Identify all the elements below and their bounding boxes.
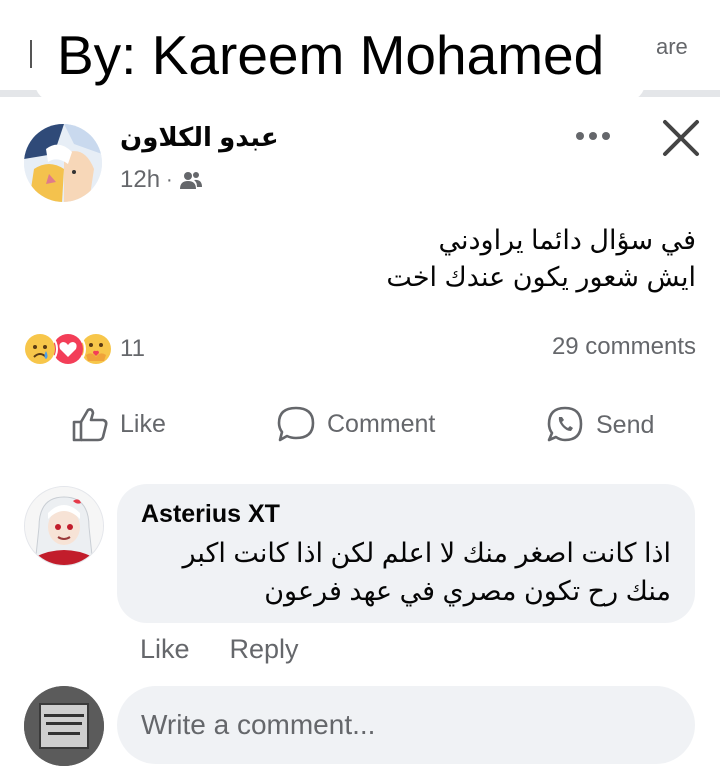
thumbs-up-icon — [72, 408, 108, 442]
send-label: Send — [596, 410, 655, 439]
commenter-name[interactable]: Asterius XT — [141, 500, 280, 529]
friends-icon — [179, 172, 202, 189]
post-body-line: في سؤال دائما يراودني — [438, 225, 696, 255]
post-time[interactable]: 12h — [120, 166, 160, 194]
comment-reply-link[interactable]: Reply — [230, 634, 299, 665]
post-body-line: ايش شعور يكون عندك اخت — [386, 262, 696, 292]
comment-label: Comment — [327, 409, 436, 438]
post-actions-bar: Like Comment Send — [0, 398, 720, 454]
comment-text: اذا كانت اصغر منك لا اعلم لكن اذا كانت ا… — [131, 534, 671, 610]
comment-text-line: اذا كانت اصغر منك لا اعلم لكن اذا كانت ا… — [182, 538, 671, 568]
comment-button[interactable]: Comment — [275, 404, 435, 444]
comment-text-line: منك رح تكون مصري في عهد فرعون — [264, 576, 671, 606]
comment-input[interactable] — [117, 686, 695, 764]
whatsapp-icon — [547, 406, 583, 442]
avatar-illustration — [24, 124, 102, 202]
caption-text: By: Kareem Mohamed — [57, 24, 605, 86]
caption-tick — [30, 40, 32, 68]
dot — [602, 132, 610, 140]
like-label: Like — [120, 409, 166, 438]
close-icon — [663, 120, 699, 156]
reactions-count: 11 — [120, 335, 145, 362]
sad-reaction-icon — [22, 331, 58, 367]
send-button[interactable]: Send — [544, 404, 654, 446]
reactions-summary[interactable]: 11 — [22, 331, 145, 367]
avatar-illustration — [24, 686, 104, 766]
comments-count[interactable]: 29 comments — [552, 333, 696, 361]
avatar-illustration — [25, 487, 103, 565]
meta-separator: · — [166, 168, 173, 191]
comment-like-link[interactable]: Like — [140, 634, 190, 665]
post-meta: 12h · — [120, 166, 203, 194]
dot — [589, 132, 597, 140]
post-body: في سؤال دائما يراودني ايش شعور يكون عندك… — [96, 222, 696, 296]
like-button[interactable]: Like — [70, 404, 166, 444]
close-button[interactable] — [657, 114, 705, 162]
post-author-name[interactable]: عبدو الكلاون — [120, 122, 279, 153]
comment-bubble-icon — [277, 406, 315, 442]
comment-actions: Like Reply — [140, 634, 299, 665]
comment-bubble: Asterius XT اذا كانت اصغر منك لا اعلم لك… — [117, 484, 695, 623]
caption-strip: By: Kareem Mohamed are — [0, 0, 720, 101]
dot — [576, 132, 584, 140]
commenter-avatar[interactable] — [24, 486, 104, 566]
my-avatar[interactable] — [24, 686, 104, 766]
caption-fragment: are — [656, 34, 688, 59]
post-author-avatar[interactable] — [24, 124, 102, 202]
more-options-button[interactable] — [568, 118, 618, 154]
